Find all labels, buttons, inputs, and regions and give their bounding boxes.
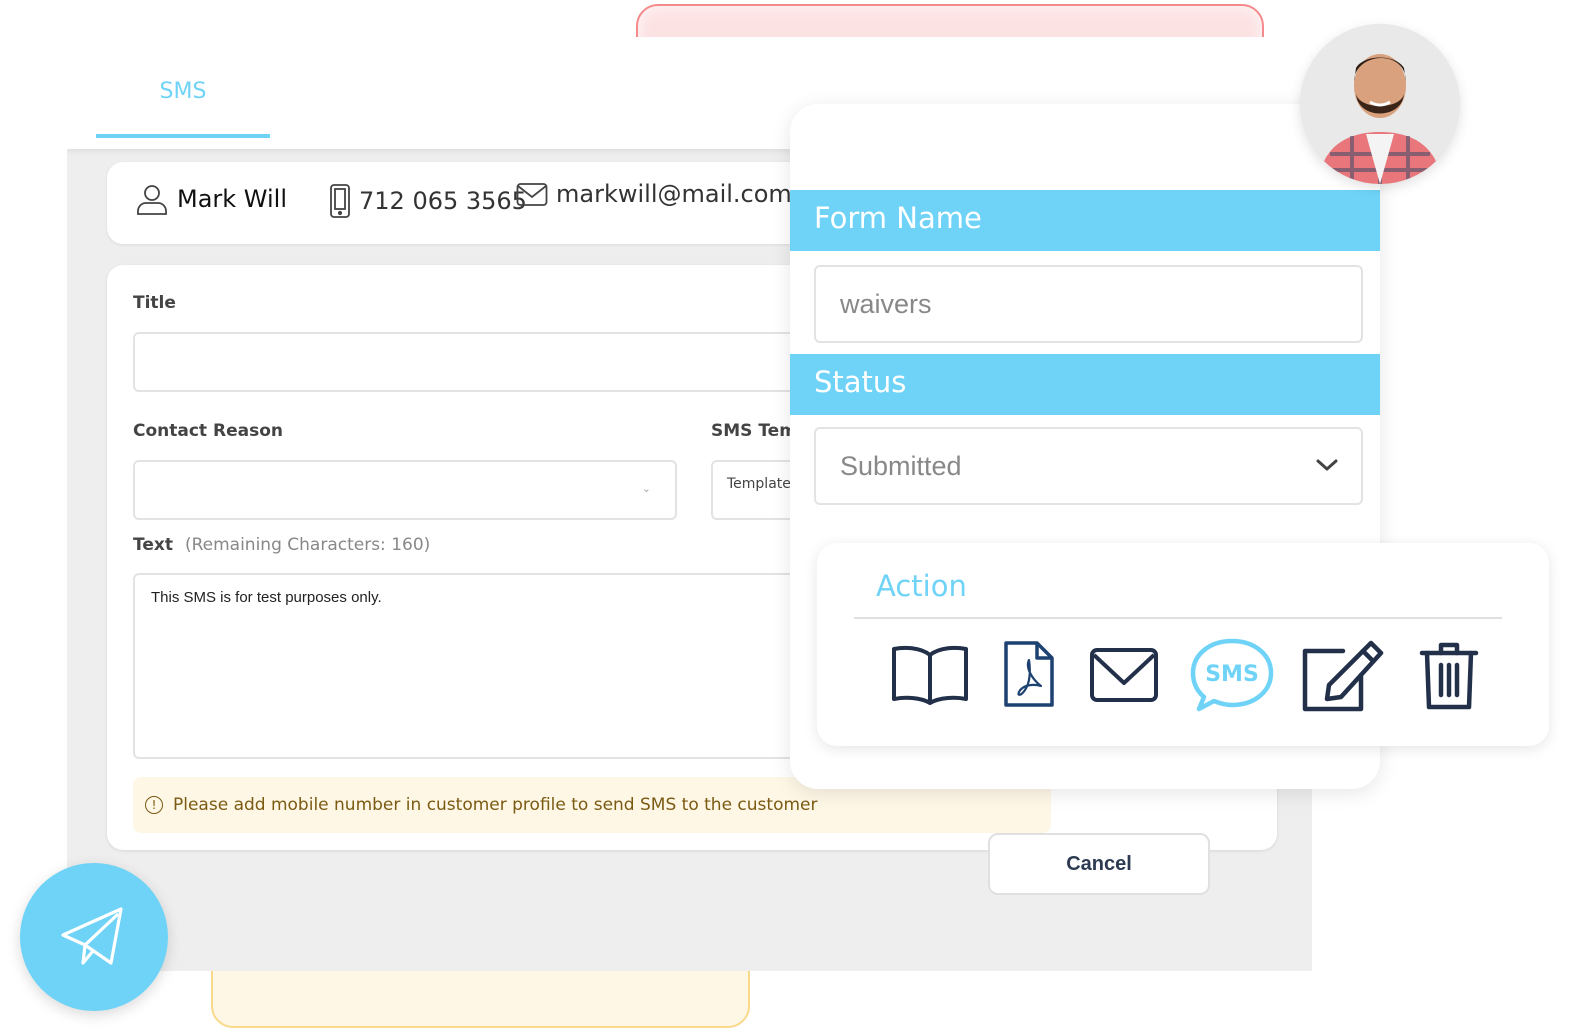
cancel-button[interactable]: Cancel [988, 833, 1210, 895]
contact-phone-text: 712 065 3565 [359, 187, 527, 215]
remaining-characters: (Remaining Characters: 160) [184, 535, 431, 555]
contact-reason-label: Contact Reason [133, 421, 283, 441]
trash-icon[interactable] [1419, 639, 1479, 711]
contact-name-text: Mark Will [177, 185, 288, 213]
mobile-phone-icon [330, 184, 350, 218]
warning-text: Please add mobile number in customer pro… [173, 795, 818, 815]
sms-icon[interactable]: SMS [1189, 637, 1275, 713]
status-header: Status [790, 354, 1380, 415]
contact-email: markwill@mail.com [516, 180, 792, 208]
form-name-input[interactable]: waivers [814, 265, 1363, 343]
avatar [1300, 24, 1460, 184]
paper-plane-icon [61, 907, 123, 965]
envelope-icon [516, 183, 548, 206]
chevron-down-icon [1316, 459, 1338, 471]
action-title: Action [876, 569, 967, 603]
sms-text-value: This SMS is for test purposes only. [151, 589, 382, 606]
form-name-header: Form Name [790, 190, 1380, 251]
action-divider [854, 617, 1502, 619]
contact-reason-select[interactable]: ⌄ [133, 460, 677, 520]
text-label: Text (Remaining Characters: 160) [133, 535, 430, 555]
sms-template-label: SMS Tem [711, 421, 797, 441]
book-icon[interactable] [890, 643, 970, 707]
status-value: Submitted [840, 451, 962, 481]
tab-active-indicator [96, 134, 270, 138]
contact-email-text: markwill@mail.com [556, 180, 792, 208]
user-icon [137, 185, 167, 215]
status-select[interactable]: Submitted [814, 427, 1363, 505]
person-photo [1300, 24, 1460, 184]
title-label: Title [133, 293, 176, 313]
email-icon[interactable] [1089, 647, 1159, 703]
edit-icon[interactable] [1301, 639, 1385, 713]
tab-sms[interactable]: SMS [96, 73, 270, 139]
sms-template-value: Template [727, 476, 791, 492]
chevron-down-icon: ⌄ [641, 482, 651, 495]
send-button[interactable] [20, 863, 168, 1011]
text-label-text: Text [133, 535, 173, 555]
info-icon: ! [145, 796, 163, 814]
contact-name: Mark Will [135, 182, 287, 216]
contact-phone: 712 065 3565 [329, 184, 527, 218]
pdf-icon[interactable] [1003, 640, 1055, 708]
sms-icon-text: SMS [1205, 662, 1259, 687]
action-card: Action SMS [817, 543, 1549, 746]
